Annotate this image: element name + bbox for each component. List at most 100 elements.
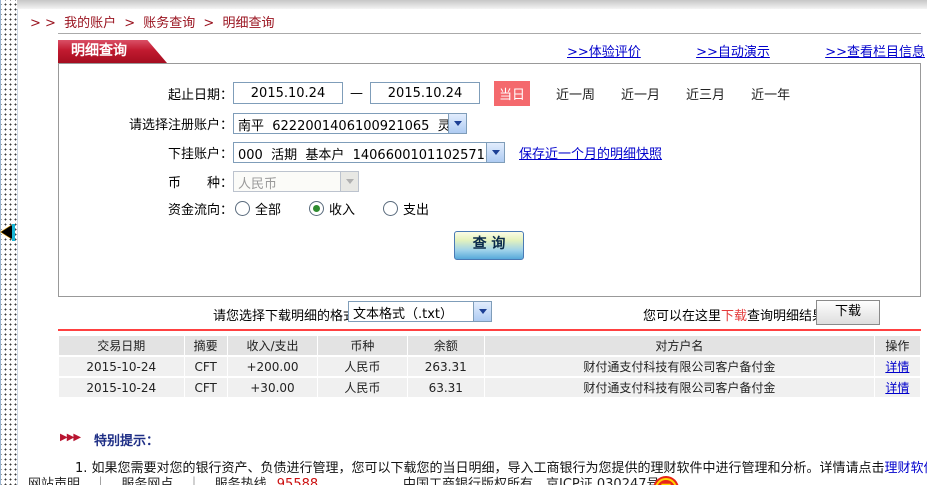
hotline-label: 服务热线 (215, 477, 267, 485)
download-hint-link[interactable]: 下载 (721, 309, 747, 324)
sub-account-value: 000 活期 基本户 1406600101102571848 (234, 143, 486, 162)
register-account-row: 请选择注册账户： 南平 6222001406100921065 灵通卡 (59, 110, 920, 136)
col-summary: 摘要 (185, 336, 227, 355)
service-outlets-link[interactable]: 服务网点 (121, 477, 173, 485)
fund-flow-label: 资金流向： (59, 199, 233, 218)
download-hint-post: 查询明细结果 (747, 309, 825, 324)
cell-summary: CFT (185, 378, 227, 397)
footer-separator: ｜ (187, 477, 200, 485)
download-hint: 您可以在这里下载查询明细结果 (643, 305, 825, 324)
date-to-input[interactable] (370, 82, 480, 104)
register-account-value: 南平 6222001406100921065 灵通卡 (234, 114, 448, 133)
site-statement-link[interactable]: 网站声明 (28, 477, 80, 485)
date-dash: — (350, 86, 363, 101)
hotline-number: 95588 (277, 477, 318, 485)
collapse-sidebar-arrow[interactable] (0, 224, 16, 241)
collapse-arrow-bar (12, 224, 15, 241)
cell-amount: +200.00 (228, 357, 317, 376)
flow-option-all: 全部 (235, 199, 307, 218)
flow-option-income: 收入 (309, 199, 381, 218)
sub-account-select[interactable]: 000 活期 基本户 1406600101102571848 (233, 142, 505, 163)
auto-demo-link[interactable]: >>自动演示 (696, 41, 770, 60)
range-last-week[interactable]: 近一周 (556, 84, 595, 103)
column-info-link[interactable]: >>查看栏目信息 (825, 41, 925, 60)
table-row: 2015-10-24 CFT +200.00 人民币 263.31 财付通支付科… (59, 357, 920, 376)
chevron-down-icon[interactable] (448, 114, 466, 133)
radio-income[interactable] (309, 201, 324, 216)
detail-link[interactable]: 详情 (885, 360, 909, 374)
download-format-value: 文本格式（.txt） (349, 302, 473, 321)
range-last-month[interactable]: 近一月 (621, 84, 660, 103)
col-balance: 余额 (408, 336, 484, 355)
breadcrumb-prefix: > > (30, 16, 56, 31)
breadcrumb-account-query[interactable]: 账务查询 (143, 16, 195, 31)
save-snapshot-link[interactable]: 保存近一个月的明细快照 (519, 143, 662, 162)
triple-arrow-icon: ▶▶▶ (60, 432, 80, 443)
cell-amount: +30.00 (228, 378, 317, 397)
currency-label: 币 种： (59, 172, 233, 191)
register-account-select[interactable]: 南平 6222001406100921065 灵通卡 (233, 113, 467, 134)
table-row: 2015-10-24 CFT +30.00 人民币 63.31 财付通支付科技有… (59, 378, 920, 397)
download-format-label: 请您选择下载明细的格式 (213, 305, 356, 324)
table-header-row: 交易日期 摘要 收入/支出 币种 余额 对方户名 操作 (59, 336, 920, 355)
table-top-red-divider (58, 329, 921, 331)
chevron-down-icon[interactable] (486, 143, 504, 162)
radio-all[interactable] (235, 201, 250, 216)
cell-counterparty: 财付通支付科技有限公司客户备付金 (485, 357, 874, 376)
col-action: 操作 (875, 336, 920, 355)
footer-links: 网站声明 ｜ 服务网点 ｜ 服务热线 95588 (28, 473, 318, 485)
date-range-row: 起止日期： — 当日 近一周 近一月 近三月 近一年 (59, 80, 920, 106)
header-links: >>体验评价 >>自动演示 >>查看栏目信息 (567, 41, 925, 60)
download-hint-pre: 您可以在这里 (643, 309, 721, 324)
footer-separator: ｜ (94, 477, 107, 485)
date-range-label: 起止日期： (59, 84, 233, 103)
currency-value: 人民币 (234, 172, 340, 191)
radio-expense-label[interactable]: 支出 (403, 199, 429, 218)
top-gradient-strip (17, 0, 927, 9)
left-dotted-panel (0, 0, 18, 485)
cell-currency: 人民币 (318, 357, 406, 376)
range-last-year[interactable]: 近一年 (751, 84, 790, 103)
range-last-3-months[interactable]: 近三月 (686, 84, 725, 103)
download-format-select[interactable]: 文本格式（.txt） (348, 301, 492, 322)
cell-balance: 63.31 (408, 378, 484, 397)
cell-summary: CFT (185, 357, 227, 376)
range-today-button[interactable]: 当日 (494, 81, 530, 106)
chevron-down-icon (340, 172, 358, 191)
header-divider (58, 33, 921, 34)
breadcrumb: > > 我的账户 > 账务查询 > 明细查询 (30, 12, 278, 31)
breadcrumb-my-account[interactable]: 我的账户 (64, 16, 116, 31)
copyright-text: 中国工商银行版权所有 京ICP证 030247号 (403, 473, 660, 485)
fund-flow-row: 资金流向： 全部 收入 支出 (59, 195, 920, 221)
detail-query-page: > > 我的账户 > 账务查询 > 明细查询 明细查询 >>体验评价 >>自动演… (0, 0, 927, 485)
experience-rating-link[interactable]: >>体验评价 (567, 41, 641, 60)
cell-counterparty: 财付通支付科技有限公司客户备付金 (485, 378, 874, 397)
download-button[interactable]: 下载 (816, 300, 880, 325)
radio-expense[interactable] (383, 201, 398, 216)
register-account-label: 请选择注册账户： (59, 114, 233, 133)
flow-option-expense: 支出 (383, 199, 455, 218)
left-triangle-icon (1, 225, 12, 239)
tab-detail-query[interactable]: 明细查询 (58, 40, 167, 63)
col-counterparty: 对方户名 (485, 336, 874, 355)
col-date: 交易日期 (59, 336, 184, 355)
special-tips-title: 特别提示： (94, 430, 159, 449)
col-amount: 收入/支出 (228, 336, 317, 355)
query-button[interactable]: 查 询 (454, 231, 524, 260)
chevron-down-icon[interactable] (473, 302, 491, 321)
breadcrumb-separator: > (203, 16, 214, 31)
cell-currency: 人民币 (318, 378, 406, 397)
cell-date: 2015-10-24 (59, 357, 184, 376)
cell-date: 2015-10-24 (59, 378, 184, 397)
finance-software-download-link[interactable]: 理财软件下载/注 (885, 461, 927, 476)
currency-select: 人民币 (233, 171, 359, 192)
detail-link[interactable]: 详情 (885, 381, 909, 395)
transaction-table: 交易日期 摘要 收入/支出 币种 余额 对方户名 操作 2015-10-24 C… (58, 334, 921, 399)
breadcrumb-separator: > (124, 16, 135, 31)
radio-all-label[interactable]: 全部 (255, 199, 281, 218)
col-currency: 币种 (318, 336, 406, 355)
date-from-input[interactable] (233, 82, 343, 104)
icbc-logo-glyph: 工 (655, 478, 677, 485)
breadcrumb-detail-query[interactable]: 明细查询 (222, 16, 274, 31)
radio-income-label[interactable]: 收入 (329, 199, 355, 218)
